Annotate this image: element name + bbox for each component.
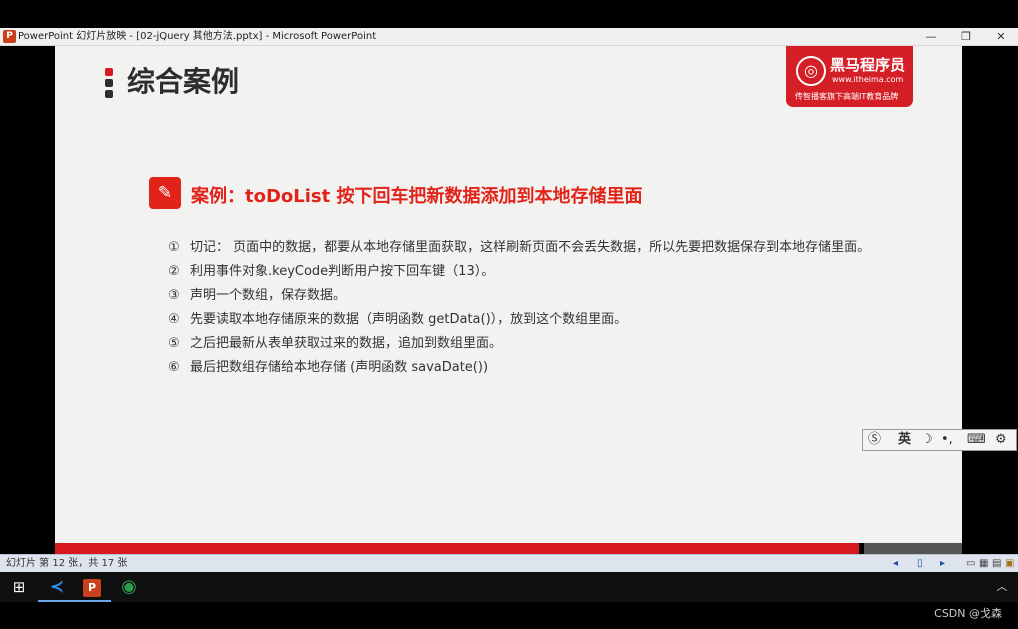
chrome-icon[interactable]: ◉ — [110, 572, 148, 602]
ime-toolbar[interactable]: Ⓢ 英 ☽ •, ⌨ ⚙ — [862, 429, 1017, 451]
step-number: ⑥ — [168, 360, 180, 375]
list-item: ⑤ 之后把最新从表单获取过来的数据，追加到数组里面。 — [168, 332, 870, 356]
slide-sorter-icon[interactable]: ▦ — [979, 555, 988, 572]
ime-language-toggle[interactable]: 英 — [898, 430, 911, 450]
right-letterbox — [962, 46, 1018, 543]
slide-canvas[interactable]: 综合案例 ◎ 黑马程序员 www.itheima.com 传智播客旗下高端IT教… — [55, 46, 962, 543]
restore-button[interactable]: ❐ — [949, 28, 983, 45]
step-text: 先要读取本地存储原来的数据（声明函数 getData()），放到这个数组里面。 — [190, 312, 628, 327]
step-number: ② — [168, 264, 180, 279]
tray-chevron-icon[interactable]: ︿ — [990, 572, 1014, 602]
itheima-logo: ◎ 黑马程序员 www.itheima.com 传智播客旗下高端IT教育品牌 — [786, 46, 913, 107]
previous-slide-icon[interactable]: ◂ — [893, 555, 898, 572]
normal-view-icon[interactable]: ▭ — [966, 555, 975, 572]
list-item: ⑥ 最后把数组存储给本地存储 (声明函数 savaDate()) — [168, 356, 870, 380]
taskbar: ⊞ ≺ P ◉ ︿ — [0, 572, 1018, 602]
slideshow-view-icon[interactable]: ▣ — [1005, 555, 1014, 572]
footer-grey-bar — [864, 543, 962, 554]
window-title: PowerPoint 幻灯片放映 - [02-jQuery 其他方法.pptx]… — [18, 31, 377, 42]
step-number: ⑤ — [168, 336, 180, 351]
reading-view-icon[interactable]: ▤ — [992, 555, 1001, 572]
footer-red-bar — [55, 543, 859, 554]
list-item: ③ 声明一个数组，保存数据。 — [168, 284, 870, 308]
watermark: CSDN @戈森 — [934, 607, 1002, 620]
vscode-icon[interactable]: ≺ — [38, 572, 76, 602]
close-button[interactable]: ✕ — [984, 28, 1018, 45]
pencil-icon: ✎ — [149, 177, 181, 209]
windows-start-icon[interactable]: ⊞ — [0, 572, 38, 602]
step-number: ④ — [168, 312, 180, 327]
logo-url: www.itheima.com — [832, 75, 904, 84]
title-bullet-stack — [105, 68, 114, 101]
step-text: 之后把最新从表单获取过来的数据，追加到数组里面。 — [190, 336, 503, 351]
powerpoint-taskbar-button[interactable]: P — [73, 572, 111, 602]
list-item: ④ 先要读取本地存储原来的数据（声明函数 getData()），放到这个数组里面。 — [168, 308, 870, 332]
left-letterbox — [0, 46, 55, 543]
logo-slogan: 传智播客旗下高端IT教育品牌 — [795, 92, 899, 101]
notes-icon[interactable]: ▯ — [917, 555, 923, 572]
step-number: ③ — [168, 288, 180, 303]
step-text: 最后把数组存储给本地存储 (声明函数 savaDate()) — [190, 360, 489, 375]
powerpoint-app-icon[interactable]: P — [3, 30, 16, 43]
logo-name: 黑马程序员 — [830, 56, 906, 74]
step-text: 利用事件对象.keyCode判断用户按下回车键（13）。 — [190, 264, 495, 279]
status-bar: 幻灯片 第 12 张，共 17 张 ◂ ▯ ▸ ▭ ▦ ▤ ▣ — [0, 554, 1018, 572]
punctuation-icon[interactable]: •, — [941, 430, 953, 450]
step-text: 切记： 页面中的数据，都要从本地存储里面获取，这样刷新页面不会丢失数据，所以先要… — [190, 240, 871, 255]
powerpoint-icon: P — [83, 578, 101, 597]
title-bullet-3 — [105, 90, 113, 98]
slide-title: 综合案例 — [127, 65, 240, 98]
ime-logo-icon[interactable]: Ⓢ — [868, 430, 881, 450]
keyboard-icon[interactable]: ⌨ — [967, 430, 986, 450]
steps-list: ① 切记： 页面中的数据，都要从本地存储里面获取，这样刷新页面不会丢失数据，所以先… — [168, 236, 870, 380]
step-number: ① — [168, 240, 180, 255]
next-slide-icon[interactable]: ▸ — [940, 555, 945, 572]
horse-emblem-icon: ◎ — [796, 56, 826, 86]
list-item: ② 利用事件对象.keyCode判断用户按下回车键（13）。 — [168, 260, 870, 284]
window-titlebar: P PowerPoint 幻灯片放映 - [02-jQuery 其他方法.ppt… — [0, 28, 1018, 46]
title-bullet-2 — [105, 79, 113, 87]
title-bullet-1 — [105, 68, 113, 76]
moon-icon[interactable]: ☽ — [921, 430, 933, 450]
gear-icon[interactable]: ⚙ — [995, 430, 1007, 450]
list-item: ① 切记： 页面中的数据，都要从本地存储里面获取，这样刷新页面不会丢失数据，所以先… — [168, 236, 870, 260]
step-text: 声明一个数组，保存数据。 — [190, 288, 347, 303]
minimize-button[interactable]: — — [914, 28, 948, 45]
case-heading: 案例：toDoList 按下回车把新数据添加到本地存储里面 — [191, 186, 643, 207]
slide-counter: 幻灯片 第 12 张，共 17 张 — [6, 558, 128, 569]
